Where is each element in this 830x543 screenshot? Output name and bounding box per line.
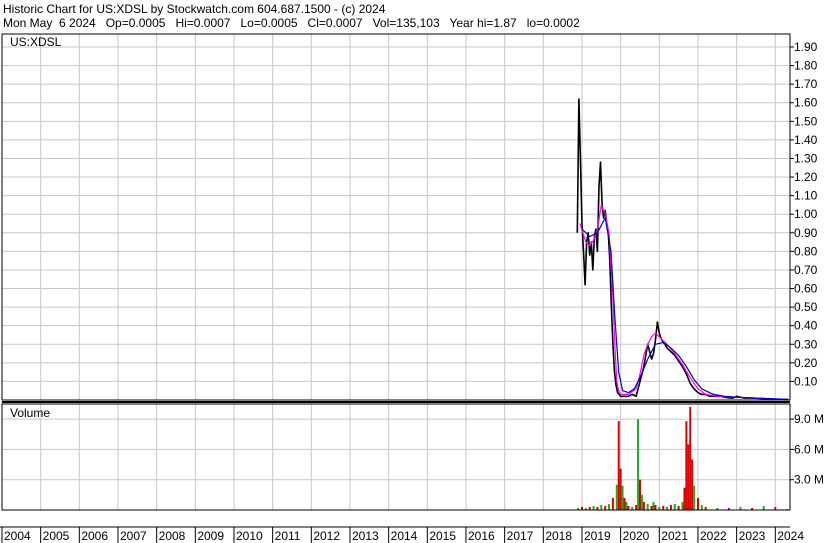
volume-bar: [635, 504, 638, 510]
volume-bar: [611, 497, 614, 510]
volume-bar: [640, 494, 643, 510]
price-grid: [1, 34, 790, 400]
price-tick-label: 0.70: [794, 263, 818, 277]
x-tick-label: 2014: [391, 529, 418, 543]
price-tick-label: 0.30: [794, 337, 818, 351]
volume-bar: [652, 501, 655, 510]
price-tick-label: 1.60: [794, 96, 818, 110]
volume-bar: [687, 444, 690, 510]
price-tick-label: 1.40: [794, 133, 818, 147]
price-tick-label: 1.90: [794, 40, 818, 54]
volume-bar: [638, 479, 641, 510]
price-tick-label: 0.80: [794, 244, 818, 258]
volume-tick-label: 3.0 M: [794, 473, 824, 487]
x-tick-label: 2005: [43, 529, 70, 543]
x-tick-label: 2016: [468, 529, 495, 543]
x-tick-label: 2008: [159, 529, 186, 543]
volume-bar: [604, 505, 607, 510]
x-tick-label: 2017: [507, 529, 534, 543]
price-tick-label: 1.10: [794, 189, 818, 203]
volume-bar: [623, 497, 626, 510]
x-tick-label: 2009: [197, 529, 224, 543]
volume-bar: [696, 497, 699, 510]
price-tick-label: 0.90: [794, 226, 818, 240]
volume-bar: [762, 505, 765, 510]
volume-bar: [646, 503, 649, 510]
volume-bar: [608, 503, 611, 510]
price-panel-frame: [1, 33, 791, 401]
volume-panel-frame: [1, 403, 791, 511]
price-tick-label: 0.60: [794, 282, 818, 296]
volume-bar: [691, 459, 694, 510]
price-tick-label: 1.50: [794, 114, 818, 128]
price-tick-label: 1.70: [794, 77, 818, 91]
x-tick-label: 2012: [313, 529, 340, 543]
price-tick-label: 1.30: [794, 151, 818, 165]
volume-tick-label: 9.0 M: [794, 412, 824, 426]
x-tick-label: 2011: [275, 529, 301, 543]
volume-bar: [617, 421, 620, 510]
volume-bar: [693, 485, 696, 510]
x-tick-label: 2018: [545, 529, 572, 543]
symbol-label: US:XDSL: [10, 35, 62, 49]
x-tick-label: 2019: [584, 529, 611, 543]
x-tick-label: 2010: [236, 529, 263, 543]
volume-bar: [619, 468, 622, 510]
price-tick-label: 0.10: [794, 374, 818, 388]
volume-bar: [681, 501, 684, 510]
price-tick-label: 1.00: [794, 207, 818, 221]
price-series: [576, 98, 789, 401]
volume-bar: [621, 485, 624, 510]
volume-bar: [669, 504, 672, 510]
price-tick-label: 0.50: [794, 300, 818, 314]
volume-bar: [637, 419, 640, 510]
x-tick-label: 2013: [352, 529, 379, 543]
volume-label: Volume: [10, 406, 50, 420]
volume-bar: [592, 505, 595, 510]
volume-bar: [689, 407, 692, 510]
x-tick-label: 2022: [700, 529, 727, 543]
price-tick-label: 1.20: [794, 170, 818, 184]
volume-tick-label: 6.0 M: [794, 442, 824, 456]
x-tick-label: 2015: [429, 529, 456, 543]
price-line: [576, 98, 789, 401]
x-tick-label: 2023: [739, 529, 766, 543]
x-tick-label: 2020: [623, 529, 650, 543]
x-tick-label: 2007: [120, 529, 147, 543]
volume-bar: [662, 505, 665, 510]
volume-bar: [685, 421, 688, 510]
volume-bar: [673, 503, 676, 510]
x-tick-label: 2021: [661, 529, 688, 543]
volume-bars: [577, 407, 788, 510]
volume-bar: [627, 505, 630, 510]
x-tick-label: 2004: [4, 529, 31, 543]
price-tick-label: 0.40: [794, 319, 818, 333]
price-volume-chart: 2004 2005 2006 2007 2008 2009 2010 2011 2012 2013…: [0, 33, 824, 543]
volume-bar: [677, 505, 680, 510]
volume-bar: [700, 504, 703, 510]
price-tick-label: 1.80: [794, 59, 818, 73]
volume-grid: [1, 404, 790, 510]
volume-bar: [654, 504, 657, 510]
volume-bar: [642, 501, 645, 510]
volume-bar: [650, 505, 653, 510]
x-tick-label: 2006: [81, 529, 108, 543]
price-tick-label: 0.20: [794, 356, 818, 370]
x-tick-label: 2024: [777, 529, 804, 543]
volume-bar: [683, 487, 686, 510]
volume-bar: [600, 504, 603, 510]
volume-bar: [615, 484, 618, 510]
volume-bar: [625, 501, 628, 510]
